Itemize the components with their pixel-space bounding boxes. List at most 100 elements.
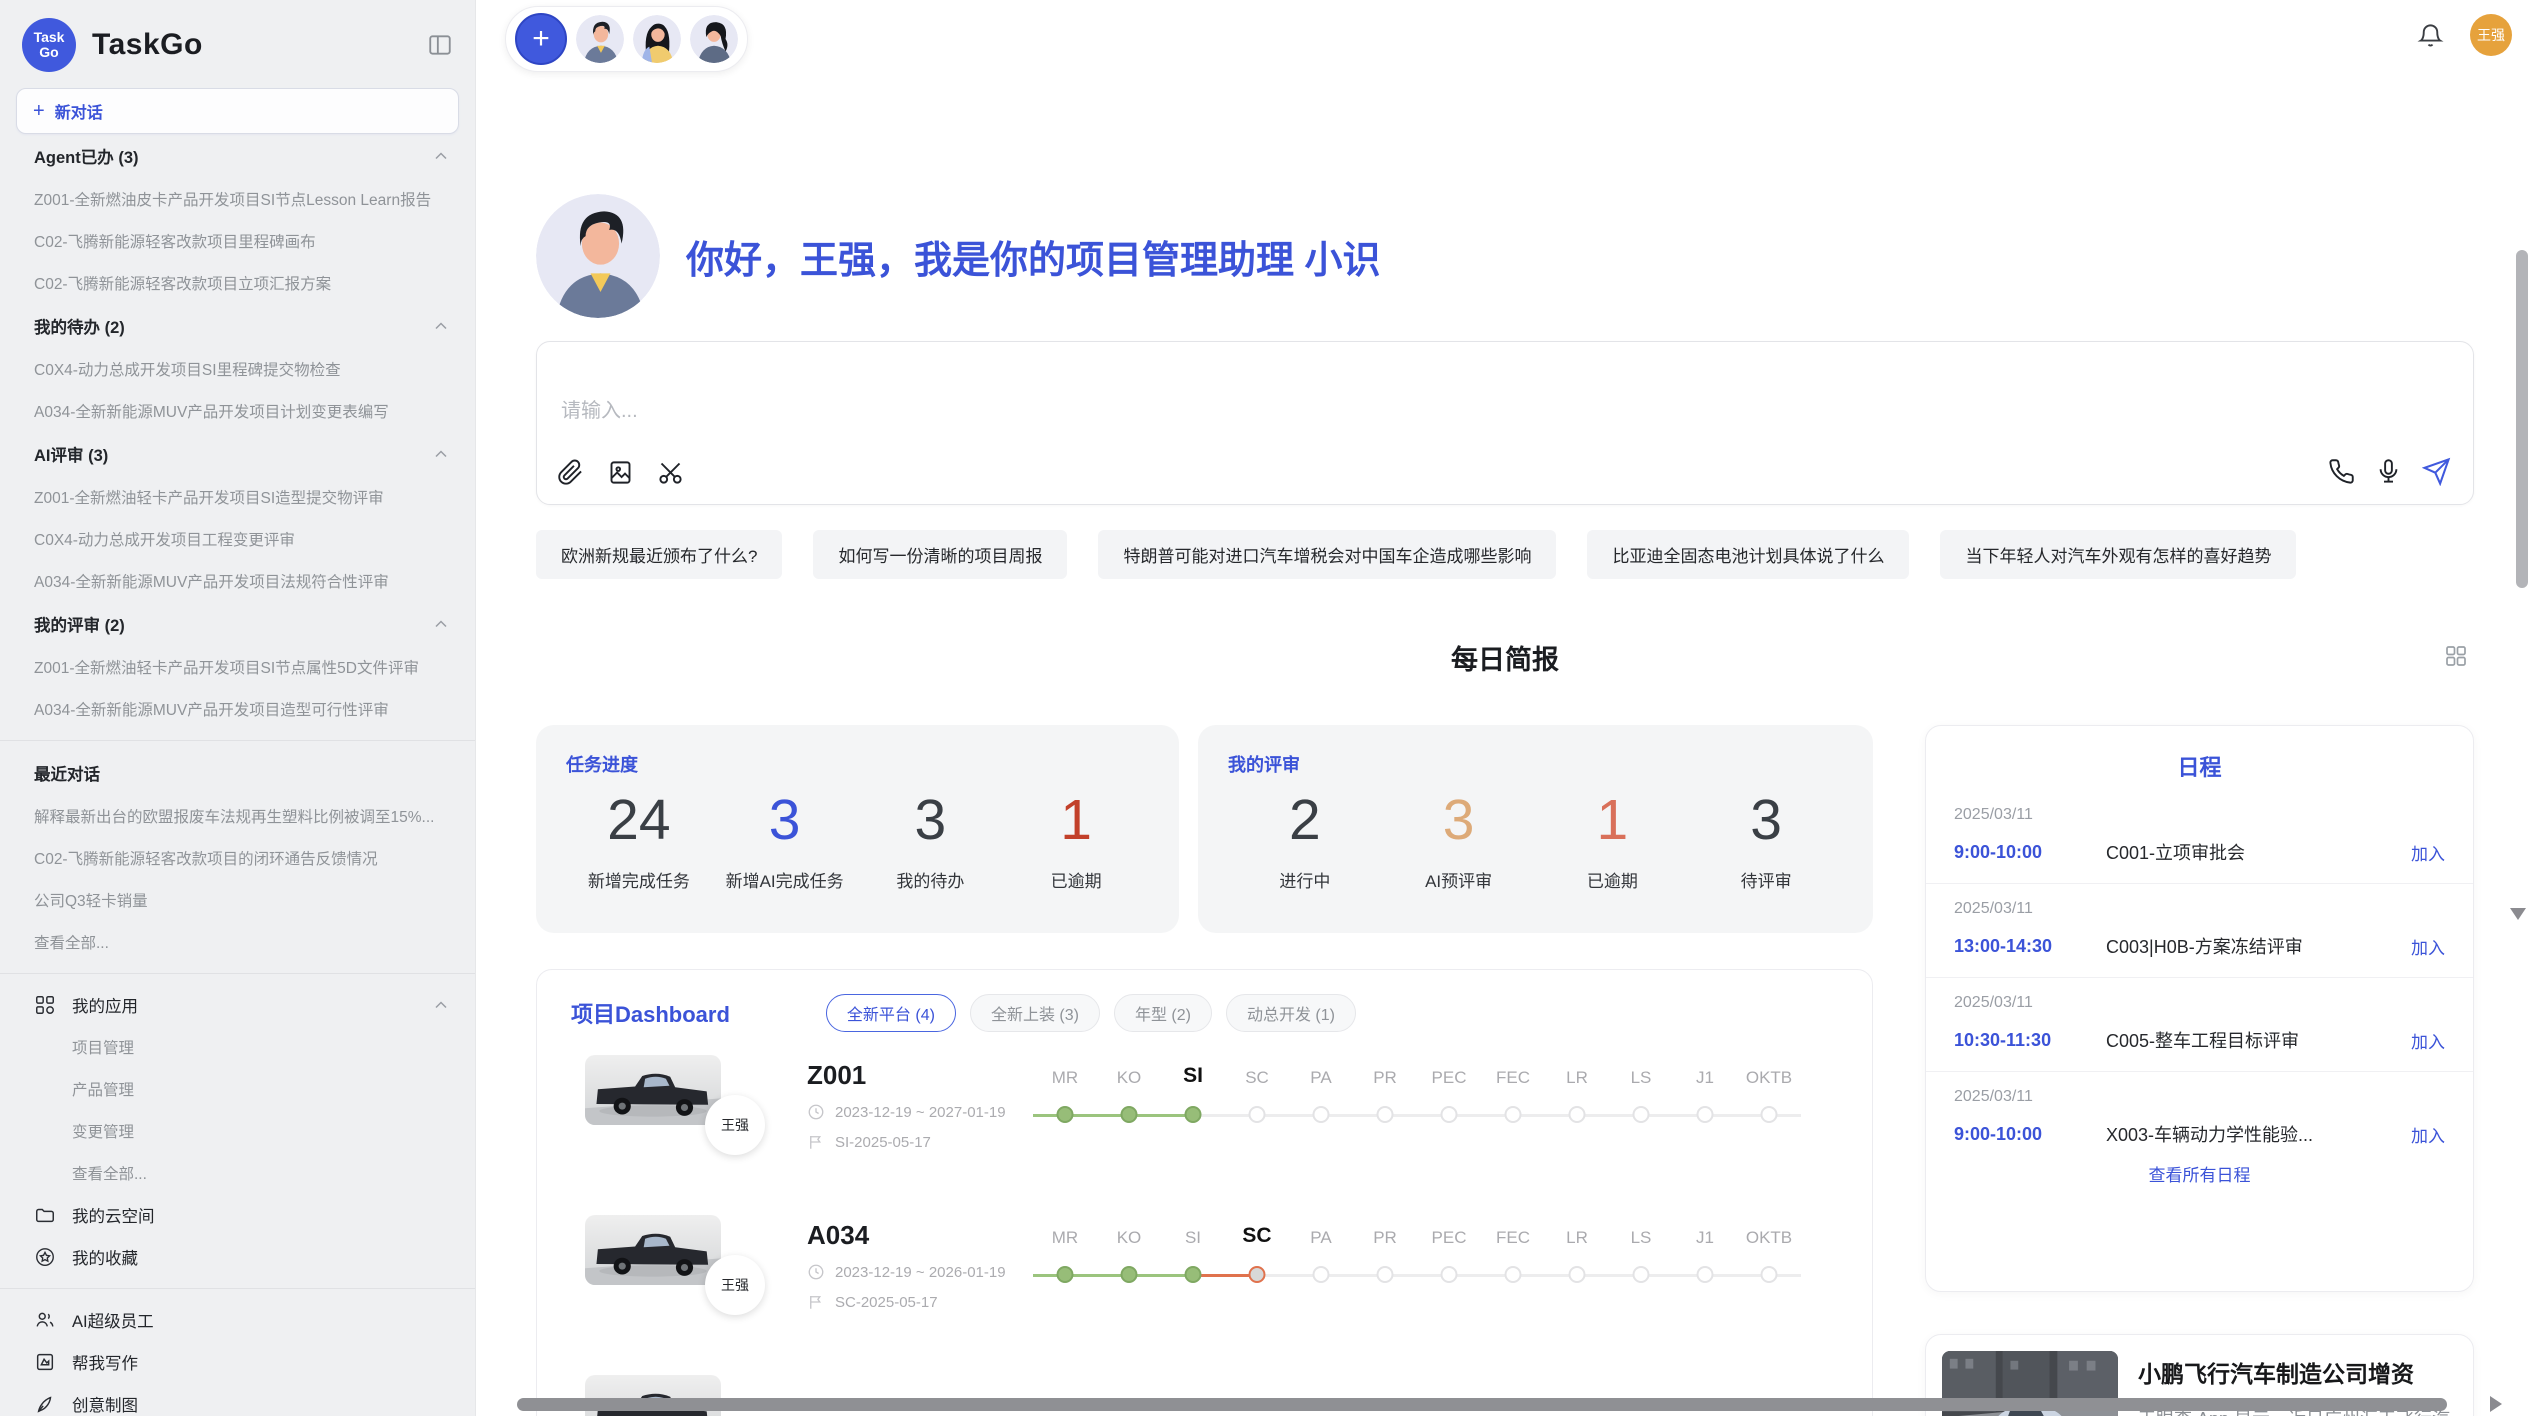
milestone-dot[interactable] [1697, 1106, 1714, 1123]
view-all-schedule-link[interactable]: 查看所有日程 [1926, 1161, 2473, 1186]
sidebar-item[interactable]: C02-飞腾新能源轻客改款项目立项汇报方案 [0, 262, 475, 304]
microphone-icon[interactable] [2375, 458, 2402, 485]
milestone-dot[interactable] [1697, 1266, 1714, 1283]
sidebar-tool-item[interactable]: AI超级员工 [0, 1299, 475, 1341]
dashboard-tab[interactable]: 全新平台 (4) [826, 994, 956, 1032]
milestone-dot[interactable] [1761, 1266, 1778, 1283]
app-sub-item[interactable]: 项目管理 [0, 1026, 475, 1068]
user-avatar[interactable]: 王强 [2470, 14, 2512, 56]
sidebar-item-my-apps[interactable]: 我的应用 [0, 984, 475, 1026]
milestone-dot[interactable] [1057, 1266, 1074, 1283]
milestone-dot[interactable] [1569, 1266, 1586, 1283]
attach-icon[interactable] [557, 459, 584, 486]
clock-icon [807, 1103, 825, 1121]
milestone-dot[interactable] [1057, 1106, 1074, 1123]
sidebar-item[interactable]: A034-全新新能源MUV产品开发项目造型可行性评审 [0, 688, 475, 730]
agent-avatar[interactable] [633, 15, 681, 63]
milestone-dot[interactable] [1249, 1266, 1266, 1283]
milestone-dot[interactable] [1249, 1106, 1266, 1123]
milestone-dot[interactable] [1441, 1266, 1458, 1283]
milestone-dot[interactable] [1313, 1266, 1330, 1283]
suggestion-chip[interactable]: 特朗普可能对进口汽车增税会对中国车企造成哪些影响 [1098, 530, 1556, 579]
sidebar-item-star-circle[interactable]: 我的收藏 [0, 1236, 475, 1278]
sidebar-section-header[interactable]: Agent已办 (3) [0, 134, 475, 178]
join-button[interactable]: 加入 [2411, 934, 2445, 959]
vertical-scrollbar[interactable] [2516, 250, 2528, 588]
sidebar-section-header[interactable]: 我的评审 (2) [0, 602, 475, 646]
join-button[interactable]: 加入 [2411, 840, 2445, 865]
recent-chat-item[interactable]: 公司Q3轻卡销量 [0, 879, 475, 921]
app-sub-item[interactable]: 变更管理 [0, 1110, 475, 1152]
project-code[interactable]: A034 [807, 1220, 1006, 1251]
sidebar-tool-item[interactable]: 创意制图 [0, 1383, 475, 1416]
join-button[interactable]: 加入 [2411, 1122, 2445, 1147]
stat-value: 1 [1003, 787, 1149, 853]
sidebar-item-cloud-folder[interactable]: 我的云空间 [0, 1194, 475, 1236]
sidebar-tool-item[interactable]: 帮我写作 [0, 1341, 475, 1383]
milestone-dot[interactable] [1377, 1266, 1394, 1283]
recent-chat-item[interactable]: 解释最新出台的欧盟报废车法规再生塑料比例被调至15%... [0, 795, 475, 837]
suggestion-chip[interactable]: 比亚迪全固态电池计划具体说了什么 [1587, 530, 1909, 579]
sidebar-item[interactable]: C0X4-动力总成开发项目工程变更评审 [0, 518, 475, 560]
sidebar-item[interactable]: C02-飞腾新能源轻客改款项目里程碑画布 [0, 220, 475, 262]
milestone-dot[interactable] [1377, 1106, 1394, 1123]
sidebar-item[interactable]: A034-全新新能源MUV产品开发项目计划变更表编写 [0, 390, 475, 432]
chevron-up-icon[interactable] [431, 146, 451, 166]
sidebar-item[interactable]: C0X4-动力总成开发项目SI里程碑提交物检查 [0, 348, 475, 390]
chevron-up-icon[interactable] [431, 995, 451, 1015]
scroll-right-arrow[interactable] [2490, 1396, 2502, 1412]
suggestion-chip[interactable]: 当下年轻人对汽车外观有怎样的喜好趋势 [1940, 530, 2296, 579]
milestone-dot[interactable] [1505, 1266, 1522, 1283]
suggestion-chip[interactable]: 欧洲新规最近颁布了什么? [536, 530, 782, 579]
sidebar-section-header[interactable]: AI评审 (3) [0, 432, 475, 476]
horizontal-scrollbar[interactable] [517, 1398, 2447, 1411]
sidebar-item[interactable]: Z001-全新燃油轻卡产品开发项目SI造型提交物评审 [0, 476, 475, 518]
sidebar-section-header[interactable]: 我的待办 (2) [0, 304, 475, 348]
notification-bell-icon[interactable] [2417, 22, 2444, 49]
schedule-event-title: C003|H0B-方案冻结评审 [2106, 933, 2401, 959]
milestone-dot[interactable] [1313, 1106, 1330, 1123]
milestone-dot[interactable] [1633, 1106, 1650, 1123]
milestone-dot[interactable] [1633, 1266, 1650, 1283]
chevron-up-icon[interactable] [431, 444, 451, 464]
new-chat-button[interactable]: + 新对话 [16, 88, 459, 134]
agent-avatar[interactable] [576, 15, 624, 63]
stat-label: 待评审 [1689, 867, 1843, 892]
milestone-dot[interactable] [1569, 1106, 1586, 1123]
collapse-sidebar-icon[interactable] [427, 32, 453, 58]
milestone-dot[interactable] [1761, 1106, 1778, 1123]
recent-chat-item[interactable]: 查看全部... [0, 921, 475, 963]
add-agent-button[interactable]: + [515, 13, 567, 65]
milestone-dot[interactable] [1441, 1106, 1458, 1123]
suggestion-chip[interactable]: 如何写一份清晰的项目周报 [813, 530, 1067, 579]
chat-input-box[interactable]: 请输入... [536, 341, 2474, 505]
project-code[interactable]: Z001 [807, 1060, 1006, 1091]
scissors-icon[interactable] [657, 459, 684, 486]
image-icon[interactable] [607, 459, 634, 486]
dashboard-tab[interactable]: 年型 (2) [1114, 994, 1212, 1032]
sidebar-item[interactable]: Z001-全新燃油皮卡产品开发项目SI节点Lesson Learn报告 [0, 178, 475, 220]
phone-icon[interactable] [2328, 458, 2355, 485]
milestone-dot[interactable] [1505, 1106, 1522, 1123]
chevron-up-icon[interactable] [431, 316, 451, 336]
layout-grid-icon[interactable] [2444, 644, 2468, 668]
milestone-dot[interactable] [1121, 1266, 1138, 1283]
app-sub-item[interactable]: 查看全部... [0, 1152, 475, 1194]
sidebar-item[interactable]: Z001-全新燃油轻卡产品开发项目SI节点属性5D文件评审 [0, 646, 475, 688]
scroll-down-arrow[interactable] [2510, 908, 2526, 920]
milestone-dot[interactable] [1185, 1266, 1202, 1283]
dashboard-tab[interactable]: 全新上装 (3) [970, 994, 1100, 1032]
app-logo: Task Go [22, 18, 76, 72]
agent-avatar[interactable] [690, 15, 738, 63]
sidebar-item[interactable]: A034-全新新能源MUV产品开发项目法规符合性评审 [0, 560, 475, 602]
recent-chat-item[interactable]: C02-飞腾新能源轻客改款项目的闭环通告反馈情况 [0, 837, 475, 879]
milestone-dot-row [1225, 1258, 1289, 1294]
milestone-dot[interactable] [1121, 1106, 1138, 1123]
chevron-up-icon[interactable] [431, 614, 451, 634]
app-sub-item[interactable]: 产品管理 [0, 1068, 475, 1110]
send-icon[interactable] [2422, 457, 2451, 486]
suggestion-chips: 欧洲新规最近颁布了什么? 如何写一份清晰的项目周报特朗普可能对进口汽车增税会对中国… [536, 530, 2474, 579]
dashboard-tab[interactable]: 动总开发 (1) [1226, 994, 1356, 1032]
milestone-dot[interactable] [1185, 1106, 1202, 1123]
join-button[interactable]: 加入 [2411, 1028, 2445, 1053]
